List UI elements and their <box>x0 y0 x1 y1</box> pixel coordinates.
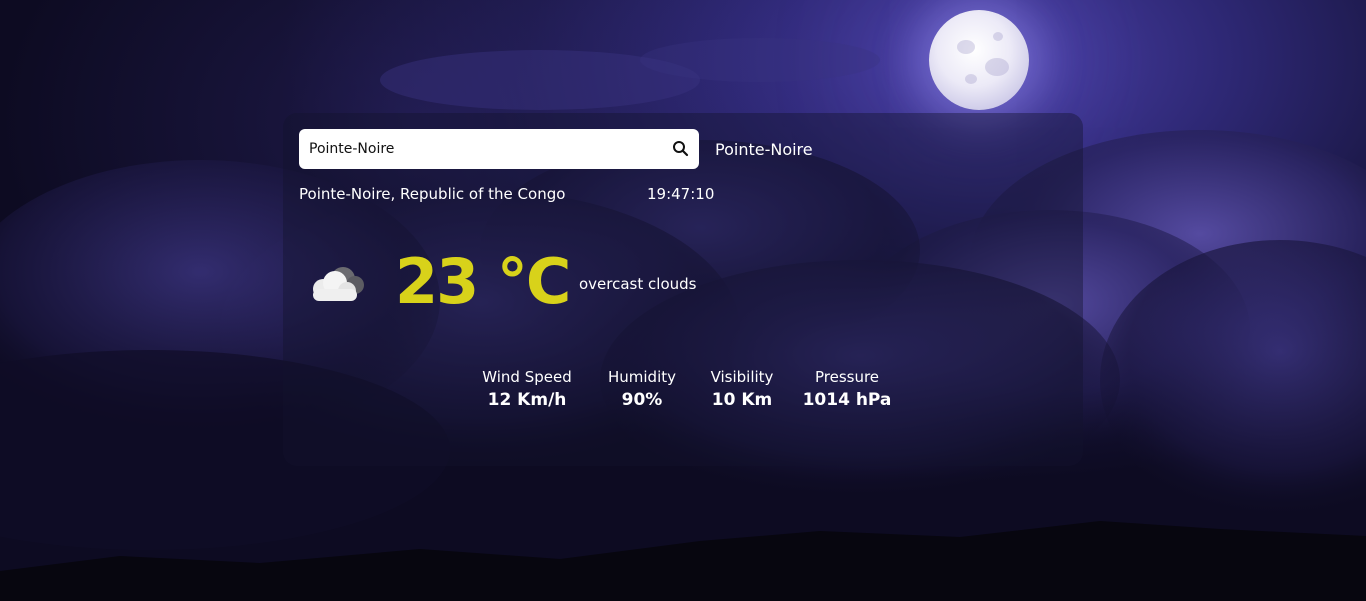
local-time: 19:47:10 <box>647 185 715 203</box>
visibility-stat: Visibility 10 Km <box>697 368 787 410</box>
search-icon[interactable] <box>671 139 691 159</box>
stat-label: Wind Speed <box>482 368 572 386</box>
temperature-value: 23 °C <box>395 245 571 318</box>
location-label: Pointe-Noire, Republic of the Congo <box>299 185 566 203</box>
city-search-input[interactable] <box>299 129 659 169</box>
pressure-stat: Pressure 1014 hPa <box>797 368 897 410</box>
stat-label: Pressure <box>814 368 880 386</box>
stat-value: 1014 hPa <box>802 390 892 410</box>
search-box <box>299 129 699 169</box>
stat-value: 10 Km <box>711 390 773 410</box>
city-name-heading: Pointe-Noire <box>715 140 813 159</box>
stat-label: Humidity <box>607 368 676 386</box>
stat-value: 90% <box>621 390 663 410</box>
weather-app: Pointe-Noire Pointe-Noire, Republic of t… <box>0 0 1366 601</box>
weather-description: overcast clouds <box>579 275 697 293</box>
stat-label: Visibility <box>710 368 774 386</box>
stat-value: 12 Km/h <box>487 390 567 410</box>
wind-speed-stat: Wind Speed 12 Km/h <box>477 368 577 410</box>
humidity-stat: Humidity 90% <box>597 368 687 410</box>
weather-card: Pointe-Noire Pointe-Noire, Republic of t… <box>283 113 1083 466</box>
mountain-silhouette <box>0 521 1366 601</box>
cloud-icon <box>305 261 369 311</box>
